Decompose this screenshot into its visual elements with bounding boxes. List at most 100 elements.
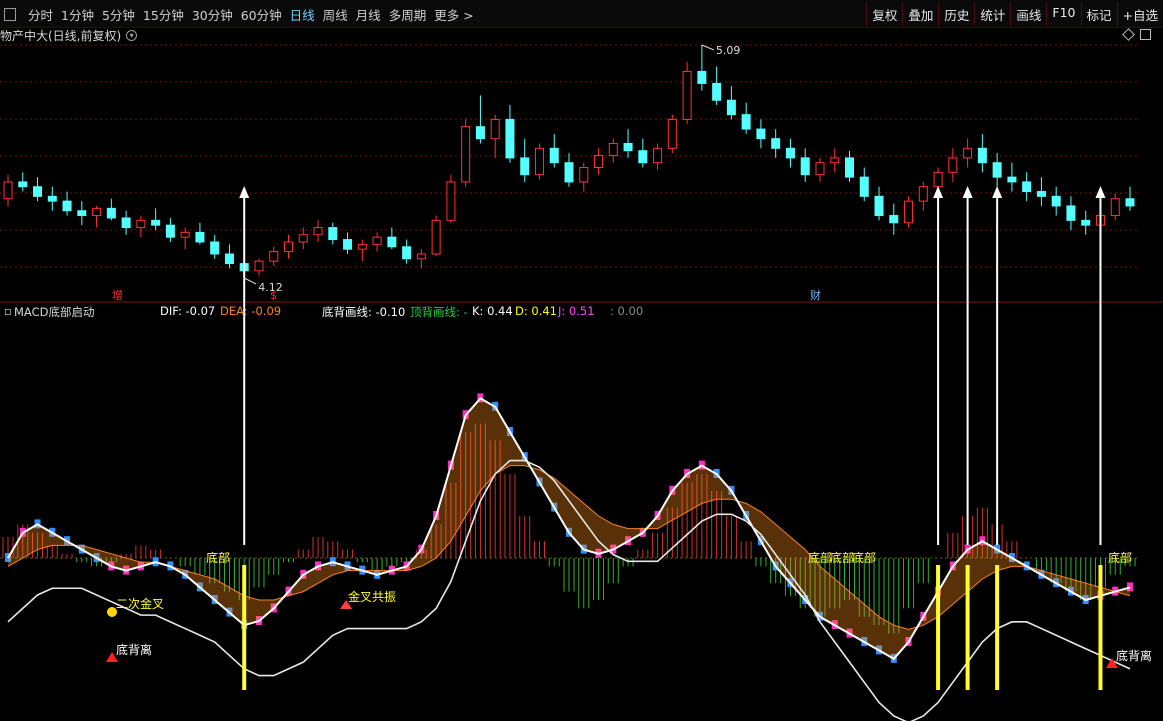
signal-annotation: 底部 xyxy=(830,550,854,565)
candle-body xyxy=(977,147,987,164)
event-badge: 财 xyxy=(810,288,821,302)
signal-annotation: 二次金叉 xyxy=(116,596,164,611)
candle-body xyxy=(313,227,323,236)
candle-body xyxy=(1007,176,1017,183)
candle-body xyxy=(416,253,426,260)
candle-body xyxy=(1110,198,1120,217)
candle-body xyxy=(136,219,146,229)
candle-body xyxy=(387,236,397,248)
candle-body xyxy=(343,239,353,250)
candle-body xyxy=(475,126,485,140)
indicator-name[interactable]: MACD底部启动 xyxy=(14,304,94,320)
candle-body xyxy=(18,181,28,188)
high-label: 5.09 xyxy=(716,44,741,57)
candle-body xyxy=(461,126,471,183)
event-badge: 增 xyxy=(112,288,123,302)
candle-body xyxy=(254,260,264,272)
candle-body xyxy=(859,176,869,197)
candle-body xyxy=(564,162,574,183)
dif-dea-band xyxy=(8,398,1130,659)
signal-arrow-head xyxy=(1095,186,1106,198)
candle-body xyxy=(402,246,412,260)
candle-body xyxy=(298,234,308,243)
candle-body xyxy=(195,231,205,243)
candle-body xyxy=(918,186,928,202)
candle-body xyxy=(1066,205,1076,221)
candle-body xyxy=(210,241,220,255)
candle-body xyxy=(106,207,116,219)
candle-body xyxy=(77,210,87,217)
candle-body xyxy=(62,200,72,212)
candle-body xyxy=(1081,219,1091,226)
candle-body xyxy=(1036,191,1046,197)
candle-body xyxy=(785,147,795,159)
candle-body xyxy=(284,241,293,253)
candle-body xyxy=(33,186,43,197)
topdiv-value: 顶背画线: - xyxy=(410,305,468,319)
dea-line xyxy=(7,465,1131,630)
candle-body xyxy=(904,200,914,224)
candle-body xyxy=(328,227,338,241)
candle-body xyxy=(490,118,500,140)
candle-body xyxy=(682,70,692,120)
candle-body xyxy=(165,224,175,238)
candle-body xyxy=(800,157,810,176)
candle-body xyxy=(608,142,618,156)
signal-annotation: 底部 xyxy=(808,550,832,565)
candle-body xyxy=(726,99,736,116)
low-marker xyxy=(243,277,257,285)
signal-annotation: 底部 xyxy=(1108,550,1132,565)
candle-body xyxy=(431,219,441,255)
candle-body xyxy=(638,150,648,164)
k-value: K: 0.44 xyxy=(472,304,513,318)
golden-cross-dot xyxy=(107,607,117,617)
candle-body xyxy=(963,147,973,159)
dif-value: DIF: -0.07 xyxy=(160,304,216,318)
candle-body xyxy=(3,181,13,200)
d-value: D: 0.41 xyxy=(515,304,557,318)
candle-body xyxy=(121,217,131,229)
signal-annotation: 底部 xyxy=(206,550,230,565)
candle-body xyxy=(623,142,633,152)
signal-arrow-head xyxy=(962,186,973,198)
signal-arrow-head xyxy=(992,186,1003,198)
candle-body xyxy=(505,118,515,159)
high-marker xyxy=(701,44,715,51)
candle-body xyxy=(579,167,589,183)
candle-body xyxy=(357,243,367,250)
candle-body xyxy=(741,114,751,130)
signal-annotation: 底背离 xyxy=(116,642,152,657)
collapse-icon[interactable]: ▫ xyxy=(4,304,12,318)
signal-arrow-head xyxy=(239,186,250,198)
candle-body xyxy=(446,181,456,221)
candle-body xyxy=(534,147,544,176)
candle-body xyxy=(830,157,840,164)
signal-annotation: 底背离 xyxy=(1116,648,1152,663)
candle-body xyxy=(92,207,102,217)
candle-body xyxy=(889,215,899,224)
candle-body xyxy=(224,253,234,265)
chart-canvas: 5.094.12增 $ 财二次金叉 金叉共振底背离 底背离底部 底部底部底部 底部 xyxy=(0,44,1163,721)
event-badge: $ xyxy=(270,289,277,302)
signal-annotation: 金叉共振 xyxy=(348,589,396,604)
candle-body xyxy=(594,154,604,169)
candle-body xyxy=(874,195,884,217)
candle-body xyxy=(845,157,854,178)
candle-body xyxy=(372,236,382,245)
extra-value: : 0.00 xyxy=(610,304,644,318)
candle-body xyxy=(992,162,1002,178)
candle-body xyxy=(697,70,707,84)
candle-body xyxy=(151,219,161,226)
candle-body xyxy=(712,82,722,101)
candle-body xyxy=(520,157,530,176)
candle-body xyxy=(269,251,279,262)
candle-body xyxy=(1051,195,1061,207)
dea-value: DEA: -0.09 xyxy=(220,304,282,318)
signal-arrow-head xyxy=(933,186,944,198)
candle-body xyxy=(771,138,781,149)
candle-body xyxy=(180,231,190,238)
candle-body xyxy=(756,128,766,140)
dbhx-value: 底背画线: -0.10 xyxy=(322,305,406,319)
candle-body xyxy=(667,118,677,149)
candle-body xyxy=(1125,198,1135,207)
